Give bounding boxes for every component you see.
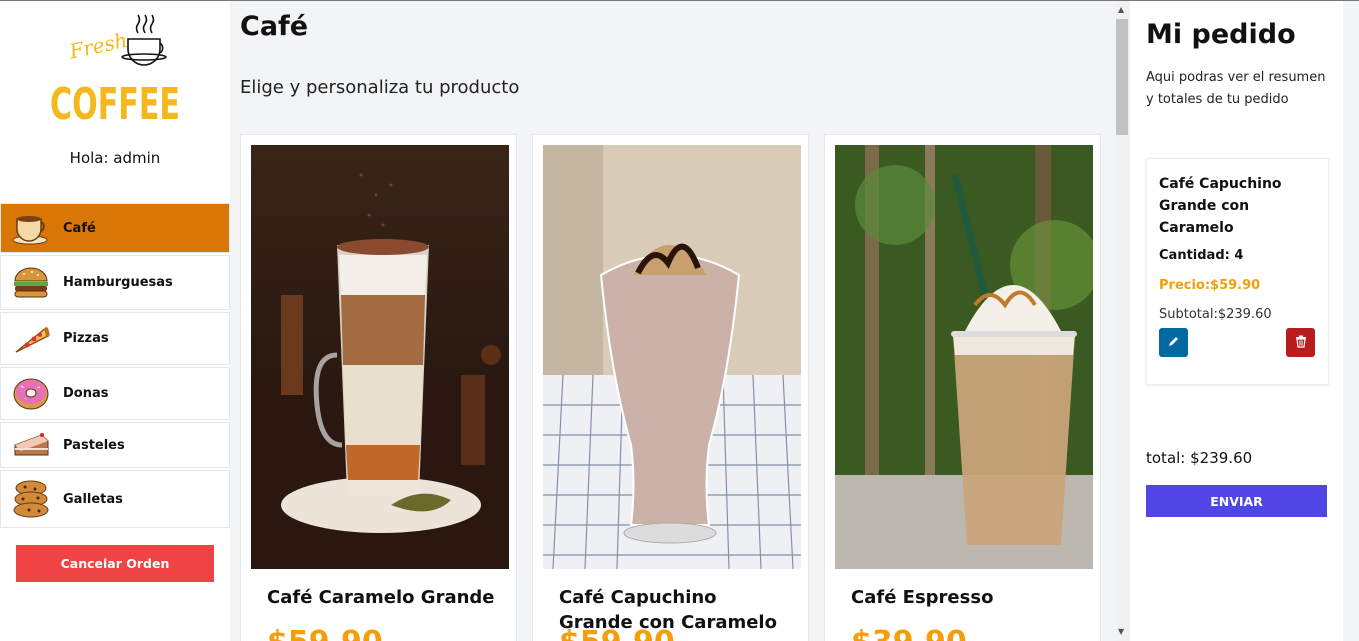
pizza-icon	[11, 319, 51, 359]
category-item-galletas[interactable]: Galletas	[0, 470, 230, 528]
order-item-quantity: Cantidad: 4	[1159, 248, 1244, 263]
category-label: Galletas	[63, 491, 123, 507]
cancel-order-button[interactable]: Cancelar Orden	[16, 545, 214, 582]
order-panel: Mi pedido Aqui podras ver el resumen y t…	[1130, 1, 1343, 641]
category-item-hamburguesas[interactable]: Hamburguesas	[0, 255, 230, 310]
scrollbar-thumb[interactable]	[1116, 19, 1128, 135]
product-card[interactable]: Café Espresso $39.90	[824, 134, 1101, 641]
category-item-pasteles[interactable]: Pasteles	[0, 422, 230, 468]
product-image[interactable]	[543, 145, 801, 569]
svg-text:Fresh: Fresh	[66, 28, 129, 64]
burger-icon	[11, 263, 51, 303]
product-name: Café Espresso	[851, 587, 994, 608]
trash-icon	[1295, 335, 1307, 351]
page-margin	[1343, 1, 1359, 641]
donut-icon	[11, 374, 51, 414]
category-label: Donas	[63, 386, 109, 401]
order-item-subtotal: Subtotal:$239.60	[1159, 307, 1272, 322]
pencil-icon	[1168, 335, 1180, 350]
product-price: $39.90	[851, 625, 967, 641]
order-description: Aqui podras ver el resumen y totales de …	[1146, 70, 1326, 107]
fresh-coffee-logo: Fresh COFFEE	[48, 11, 184, 130]
category-item-cafe[interactable]: Café	[0, 203, 230, 253]
send-order-button[interactable]: ENVIAR	[1146, 485, 1327, 517]
category-item-pizzas[interactable]: Pizzas	[0, 312, 230, 365]
product-image[interactable]	[835, 145, 1093, 569]
order-item-name: Café Capuchino Grande con Caramelo	[1159, 176, 1282, 236]
product-area: Café Elige y personaliza tu producto Caf…	[230, 1, 1116, 641]
category-label: Pasteles	[63, 437, 125, 453]
order-total: total: $239.60	[1146, 449, 1253, 467]
product-image[interactable]	[251, 145, 509, 569]
category-label: Hamburguesas	[63, 275, 173, 290]
svg-text:COFFEE: COFFEE	[50, 79, 180, 127]
coffee-cup-icon	[11, 208, 51, 248]
delete-item-button[interactable]	[1286, 328, 1315, 357]
scroll-up-icon[interactable]: ▲	[1118, 5, 1124, 14]
product-card[interactable]: Café Capuchino Grande con Caramelo $59.9…	[532, 134, 809, 641]
product-name: Café Caramelo Grande	[267, 587, 495, 608]
product-price: $59.90	[559, 625, 675, 641]
greeting-text: Hola: admin	[69, 149, 161, 167]
category-label: Café	[63, 220, 96, 236]
category-item-donas[interactable]: Donas	[0, 367, 230, 420]
product-card[interactable]: Café Caramelo Grande $59.90	[240, 134, 517, 641]
page-title: Café	[240, 11, 309, 42]
page-subtitle: Elige y personaliza tu producto	[240, 77, 520, 98]
order-title: Mi pedido	[1146, 19, 1296, 50]
category-list: Café Hamburguesas Pizzas Donas Pasteles	[0, 203, 230, 530]
category-label: Pizzas	[63, 331, 109, 346]
cookie-icon	[11, 479, 51, 519]
order-item-price: Precio:$59.90	[1159, 278, 1261, 293]
product-price: $59.90	[267, 625, 383, 641]
order-item: Café Capuchino Grande con Caramelo Canti…	[1146, 158, 1329, 385]
sidebar: Fresh COFFEE Hola: admin Café Hamburgues…	[0, 1, 230, 641]
main-scrollbar[interactable]: ▲ ▼	[1116, 1, 1130, 641]
scroll-down-icon[interactable]: ▼	[1118, 627, 1124, 636]
cake-icon	[11, 425, 51, 465]
edit-item-button[interactable]	[1159, 328, 1188, 357]
